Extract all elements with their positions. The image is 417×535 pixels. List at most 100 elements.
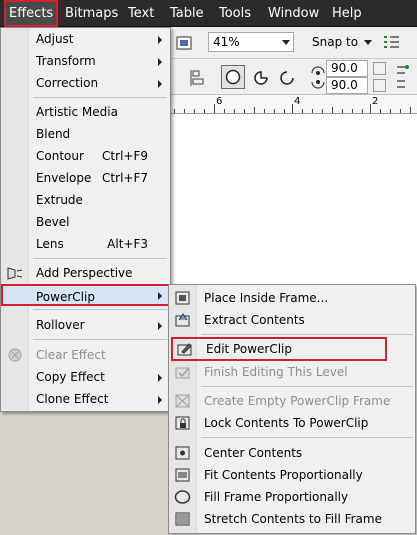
- menu-item-label: Add Perspective: [36, 266, 133, 280]
- menu-item-rollover[interactable]: Rollover: [1, 314, 170, 336]
- menu-item-extrude[interactable]: Extrude: [1, 189, 170, 211]
- submenu-arrow-icon: [158, 292, 162, 300]
- menu-item-stretch-contents[interactable]: Stretch Contents to Fill Frame: [169, 508, 415, 530]
- menu-item-bevel[interactable]: Bevel: [1, 211, 170, 233]
- menu-text[interactable]: Text: [125, 0, 157, 27]
- menu-item-clone-effect[interactable]: Clone Effect: [1, 388, 170, 410]
- menu-effects[interactable]: Effects: [4, 0, 59, 27]
- menu-item-label: Envelope: [36, 171, 92, 185]
- menu-bitmaps[interactable]: Bitmaps: [62, 0, 121, 27]
- ruler-tick: [224, 109, 225, 113]
- app-launcher-icon[interactable]: [174, 33, 192, 51]
- menu-item-correction[interactable]: Correction: [1, 72, 170, 94]
- submenu-arrow-icon: [158, 58, 162, 66]
- menu-separator: [201, 334, 413, 335]
- place-inside-frame-icon: [174, 290, 192, 306]
- menu-item-edit-powerclip[interactable]: Edit PowerClip: [171, 337, 387, 361]
- menu-help[interactable]: Help: [329, 0, 365, 27]
- arc-mode-icon[interactable]: [276, 67, 296, 87]
- menu-item-fill-frame[interactable]: Fill Frame Proportionally: [169, 486, 415, 508]
- extract-contents-icon: [174, 312, 192, 328]
- end-angle-input[interactable]: 90.0: [326, 77, 368, 94]
- menu-item-label: Center Contents: [204, 446, 303, 460]
- menu-item-label: Contour: [36, 149, 84, 163]
- menu-item-label: Adjust: [36, 32, 74, 46]
- menu-item-adjust[interactable]: Adjust: [1, 28, 170, 50]
- menu-item-label: Fit Contents Proportionally: [204, 468, 363, 482]
- menu-item-add-perspective[interactable]: Add Perspective: [1, 262, 170, 284]
- menu-item-lens[interactable]: Lens Alt+F3: [1, 233, 170, 255]
- fit-contents-icon: [174, 467, 192, 483]
- submenu-arrow-icon: [158, 396, 162, 404]
- clear-effect-icon: [6, 347, 24, 363]
- menu-item-finish-editing[interactable]: Finish Editing This Level: [169, 361, 415, 383]
- menu-item-artistic-media[interactable]: Artistic Media: [1, 101, 170, 123]
- center-contents-icon: [174, 445, 192, 461]
- pie-mode-icon[interactable]: [250, 67, 270, 87]
- menu-item-label: Edit PowerClip: [206, 342, 292, 356]
- menu-item-contour[interactable]: Contour Ctrl+F9: [1, 145, 170, 167]
- ruler-tick: [400, 109, 401, 113]
- ruler-tick: [390, 109, 391, 113]
- ruler-label: 6: [216, 96, 223, 107]
- ruler-tick: [342, 109, 343, 113]
- menu-item-copy-effect[interactable]: Copy Effect: [1, 366, 170, 388]
- submenu-arrow-icon: [158, 374, 162, 382]
- submenu-arrow-icon: [158, 36, 162, 44]
- ruler-tick: [362, 109, 363, 113]
- perspective-icon: [6, 265, 24, 281]
- ruler-label: 4: [294, 96, 301, 107]
- submenu-arrow-icon: [158, 322, 162, 330]
- zoom-value: 41%: [213, 35, 240, 49]
- menu-item-clear-effect[interactable]: Clear Effect: [1, 344, 170, 366]
- menu-item-create-empty-frame[interactable]: Create Empty PowerClip Frame: [169, 390, 415, 412]
- menu-item-envelope[interactable]: Envelope Ctrl+F7: [1, 167, 170, 189]
- menu-item-label: Transform: [36, 54, 96, 68]
- horizontal-ruler: 6 4 2: [170, 95, 417, 114]
- menu-item-extract-contents[interactable]: Extract Contents: [169, 309, 415, 331]
- ruler-label: 2: [372, 96, 379, 107]
- menu-item-center-contents[interactable]: Center Contents: [169, 442, 415, 464]
- menu-item-label: Finish Editing This Level: [204, 365, 348, 379]
- lock-icon: [174, 415, 192, 431]
- menu-item-transform[interactable]: Transform: [1, 50, 170, 72]
- ruler-tick: [410, 107, 411, 113]
- ruler-tick: [292, 104, 293, 113]
- finish-editing-icon: [174, 364, 192, 380]
- menu-separator: [33, 97, 167, 98]
- edit-powerclip-icon: [176, 341, 194, 357]
- snap-chevron-icon[interactable]: [364, 40, 372, 45]
- menu-item-label: Stretch Contents to Fill Frame: [204, 512, 382, 526]
- menu-table[interactable]: Table: [167, 0, 207, 27]
- menu-item-lock-contents[interactable]: Lock Contents To PowerClip: [169, 412, 415, 434]
- menu-item-fit-contents[interactable]: Fit Contents Proportionally: [169, 464, 415, 486]
- start-angle-input[interactable]: 90.0: [326, 60, 368, 77]
- ruler-tick: [274, 109, 275, 113]
- start-angle-stepper[interactable]: [373, 62, 386, 75]
- menu-tools[interactable]: Tools: [216, 0, 254, 27]
- menu-item-powerclip[interactable]: PowerClip: [1, 284, 170, 306]
- ruler-tick: [254, 107, 255, 113]
- end-angle-icon: [308, 77, 326, 92]
- menu-item-label: PowerClip: [36, 290, 95, 304]
- menu-item-blend[interactable]: Blend: [1, 123, 170, 145]
- menu-item-label: Create Empty PowerClip Frame: [204, 394, 391, 408]
- end-angle-value: 90.0: [331, 78, 358, 92]
- snap-to-dropdown[interactable]: Snap to: [312, 32, 358, 52]
- menu-bar: Effects Bitmaps Text Table Tools Window …: [0, 0, 417, 27]
- ruler-tick: [244, 109, 245, 113]
- options-list-icon[interactable]: [380, 32, 400, 52]
- zoom-level-select[interactable]: 41%: [208, 32, 294, 52]
- start-angle-icon: [308, 61, 326, 76]
- direction-icon[interactable]: [392, 60, 410, 92]
- menu-window[interactable]: Window: [265, 0, 322, 27]
- ellipse-mode-button[interactable]: [221, 65, 245, 89]
- menu-item-label: Rollover: [36, 318, 85, 332]
- ruler-tick: [312, 109, 313, 113]
- align-icon[interactable]: [188, 67, 208, 87]
- empty-frame-icon: [174, 393, 192, 409]
- ruler-tick: [234, 109, 235, 113]
- ruler-tick: [264, 109, 265, 113]
- menu-item-place-inside-frame[interactable]: Place Inside Frame...: [169, 287, 415, 309]
- end-angle-stepper[interactable]: [373, 79, 386, 92]
